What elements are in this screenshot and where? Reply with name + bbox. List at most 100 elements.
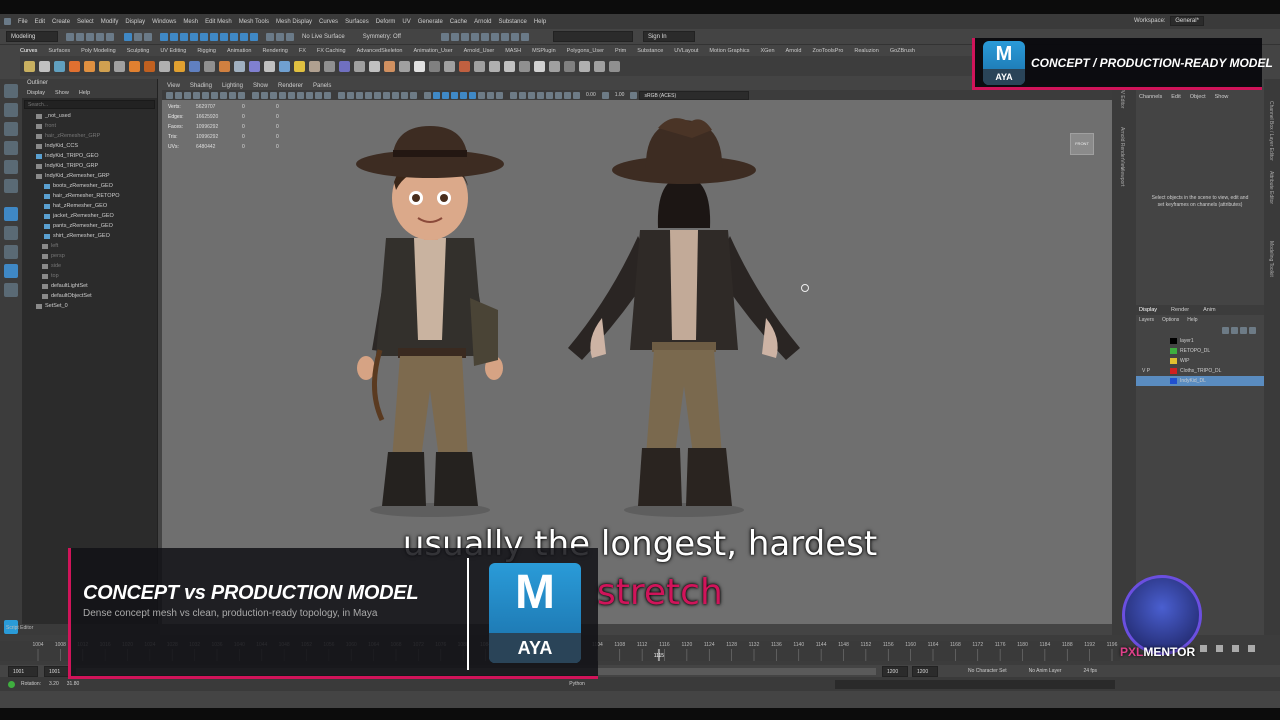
render-view-icon[interactable] bbox=[440, 32, 449, 41]
shelf-tool-icon-16[interactable] bbox=[264, 60, 275, 72]
viewport-tool-icon-33[interactable] bbox=[478, 91, 485, 99]
save-scene-icon[interactable] bbox=[86, 32, 94, 41]
shelf-tab-arnold-21[interactable]: Arnold bbox=[786, 48, 802, 54]
vertex-mode-icon[interactable] bbox=[134, 32, 142, 41]
shelf-tab-uvlayout-18[interactable]: UVLayout bbox=[674, 48, 698, 54]
shelf-tool-icon-10[interactable] bbox=[174, 60, 185, 72]
menu-cache[interactable]: Cache bbox=[450, 19, 467, 25]
hypershade-icon[interactable] bbox=[480, 32, 489, 41]
command-search[interactable] bbox=[552, 31, 633, 42]
step-forward-icon[interactable] bbox=[1232, 645, 1239, 652]
side-tab-uv-editor[interactable]: UV Editor bbox=[1119, 87, 1125, 108]
viewport-tool-icon-14[interactable] bbox=[297, 91, 304, 99]
viewport-tool-icon-26[interactable] bbox=[410, 91, 417, 99]
history-icon[interactable] bbox=[266, 32, 274, 41]
shelf-tool-icon-17[interactable] bbox=[279, 60, 290, 72]
shelf-tool-icon-37[interactable] bbox=[579, 60, 590, 72]
range-end2-field[interactable]: 1200 bbox=[912, 665, 938, 677]
shelf-tab-arnold-user-12[interactable]: Arnold_User bbox=[464, 48, 495, 54]
outliner-node[interactable]: hat_zRemesher_GEO bbox=[22, 201, 157, 211]
lasso-tool-icon[interactable] bbox=[4, 103, 18, 117]
menu-file[interactable]: File bbox=[18, 19, 28, 25]
construction-icon[interactable] bbox=[276, 32, 284, 41]
select-mode-icon[interactable] bbox=[124, 32, 132, 41]
menu-mesh-tools[interactable]: Mesh Tools bbox=[239, 19, 269, 25]
viewport-tool-icon-6[interactable] bbox=[220, 91, 227, 99]
snap-live-icon[interactable] bbox=[220, 32, 228, 41]
shelf-tool-icon-4[interactable] bbox=[84, 60, 95, 72]
search-icon[interactable] bbox=[4, 283, 18, 297]
viewport-tool-icon-0[interactable] bbox=[166, 91, 173, 99]
layer-color-swatch[interactable] bbox=[1170, 358, 1177, 364]
viewport-tool-icon-31[interactable] bbox=[460, 91, 467, 99]
viewport-tool-icon-21[interactable] bbox=[365, 91, 372, 99]
shelf-tool-icon-38[interactable] bbox=[594, 60, 605, 72]
viewport-tool-icon-28[interactable] bbox=[433, 91, 440, 99]
shelf-tool-icon-15[interactable] bbox=[249, 60, 260, 72]
layer-name[interactable]: WIP bbox=[1180, 358, 1189, 364]
channel-box-menu-channels[interactable]: Channels bbox=[1139, 94, 1162, 100]
layer-tab-render[interactable]: Render bbox=[1171, 307, 1189, 313]
viewport-tool-icon-40[interactable] bbox=[546, 91, 553, 99]
shelf-tab-motion-graphics-19[interactable]: Motion Graphics bbox=[709, 48, 749, 54]
command-input[interactable] bbox=[834, 679, 1115, 689]
exposure-field[interactable]: 0.00 bbox=[586, 92, 596, 98]
rotate-tool-icon[interactable] bbox=[4, 160, 18, 174]
range-end-field[interactable]: 1200 bbox=[882, 665, 908, 677]
layer-menu-help[interactable]: Help bbox=[1187, 317, 1197, 323]
outliner-node[interactable]: IndyKid_CCS bbox=[22, 141, 157, 151]
outliner-node[interactable]: top bbox=[22, 271, 157, 281]
menu-curves[interactable]: Curves bbox=[319, 19, 338, 25]
channel-box-menu-show[interactable]: Show bbox=[1215, 94, 1229, 100]
layer-color-swatch[interactable] bbox=[1170, 348, 1177, 354]
four-view-icon[interactable] bbox=[4, 226, 18, 240]
viewport-tool-icon-9[interactable] bbox=[252, 91, 259, 99]
outliner-node[interactable]: IndyKid_TRIPO_GEO bbox=[22, 151, 157, 161]
viewport-tool-icon-8[interactable] bbox=[238, 91, 245, 99]
range-start2-field[interactable]: 1001 bbox=[44, 665, 70, 677]
viewport-tool-icon-22[interactable] bbox=[374, 91, 381, 99]
menu-uv[interactable]: UV bbox=[402, 19, 410, 25]
shelf-tab-fx-caching-9[interactable]: FX Caching bbox=[317, 48, 346, 54]
menu-modify[interactable]: Modify bbox=[101, 19, 119, 25]
shelf-tool-icon-7[interactable] bbox=[129, 60, 140, 72]
outliner-node[interactable]: boots_zRemesher_GEO bbox=[22, 181, 157, 191]
viewport-tool-icon-38[interactable] bbox=[528, 91, 535, 99]
shelf-tool-icon-12[interactable] bbox=[204, 60, 215, 72]
viewport-tool-icon-7[interactable] bbox=[229, 91, 236, 99]
viewport-menu-lighting[interactable]: Lighting bbox=[222, 83, 243, 89]
edge-mode-icon[interactable] bbox=[144, 32, 152, 41]
viewport-menu-show[interactable]: Show bbox=[253, 83, 268, 89]
layer-name[interactable]: layer1 bbox=[1180, 338, 1194, 344]
outliner-node[interactable]: side bbox=[22, 261, 157, 271]
shelf-tab-animation-user-11[interactable]: Animation_User bbox=[414, 48, 453, 54]
snap-surface-icon[interactable] bbox=[200, 32, 208, 41]
new-layer-selected-icon[interactable] bbox=[1249, 326, 1256, 334]
viewport-tool-icon-5[interactable] bbox=[211, 91, 218, 99]
render-settings-icon[interactable] bbox=[470, 32, 479, 41]
shelf-tab-gozbrush-24[interactable]: GoZBrush bbox=[890, 48, 915, 54]
viewport-tool-icon-17[interactable] bbox=[324, 91, 331, 99]
layer-row[interactable]: WIP bbox=[1136, 356, 1264, 366]
layer-tab-anim[interactable]: Anim bbox=[1203, 307, 1216, 313]
outliner-node[interactable]: persp bbox=[22, 251, 157, 261]
color-space-icon[interactable] bbox=[630, 91, 638, 99]
outliner-search-input[interactable]: Search... bbox=[24, 100, 155, 109]
script-editor-label[interactable]: Script Editor bbox=[6, 625, 33, 631]
outliner-node[interactable]: shirt_zRemesher_GEO bbox=[22, 231, 157, 241]
outliner-node[interactable]: pants_zRemesher_GEO bbox=[22, 221, 157, 231]
new-scene-icon[interactable] bbox=[66, 32, 74, 41]
snap-view-icon[interactable] bbox=[190, 32, 198, 41]
shelf-tool-icon-34[interactable] bbox=[534, 60, 545, 72]
shelf-tab-msplugin-14[interactable]: MSPlugin bbox=[532, 48, 556, 54]
shelf-tool-icon-8[interactable] bbox=[144, 60, 155, 72]
shelf-tool-icon-32[interactable] bbox=[504, 60, 515, 72]
shelf-tool-icon-20[interactable] bbox=[324, 60, 335, 72]
menu-edit[interactable]: Edit bbox=[35, 19, 45, 25]
shelf-tab-surfaces-1[interactable]: Surfaces bbox=[48, 48, 70, 54]
viewport-tool-icon-39[interactable] bbox=[537, 91, 544, 99]
bake-icon[interactable] bbox=[520, 32, 529, 41]
right-tab-channel-box-layer-editor[interactable]: Channel Box / Layer Editor bbox=[1268, 101, 1274, 161]
outliner-node[interactable]: front bbox=[22, 121, 157, 131]
viewport-tool-icon-29[interactable] bbox=[442, 91, 449, 99]
